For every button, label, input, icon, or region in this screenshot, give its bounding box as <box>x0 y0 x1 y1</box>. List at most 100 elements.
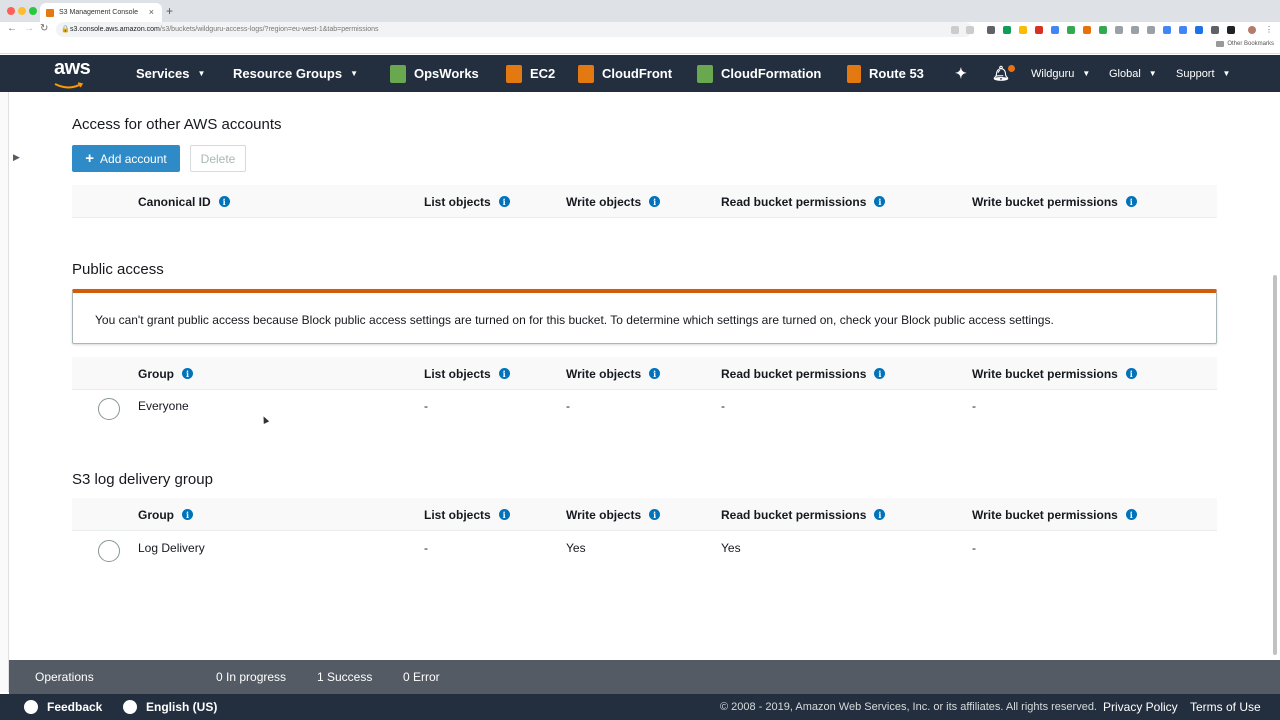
browser-tab[interactable]: S3 Management Console × <box>40 3 162 22</box>
read-bucket-permissions-value: - <box>721 399 725 413</box>
maximize-window-icon[interactable] <box>29 7 37 15</box>
reload-icon[interactable]: ↻ <box>40 23 48 34</box>
extension-icon[interactable] <box>1227 26 1235 34</box>
bookmark-star-icon[interactable] <box>966 26 974 34</box>
operations-success: 1 Success <box>317 670 373 684</box>
extension-icon[interactable] <box>1195 26 1203 34</box>
log-delivery-title: S3 log delivery group <box>72 471 213 488</box>
other-bookmarks[interactable]: Other Bookmarks <box>1216 41 1274 47</box>
shortcut-opsworks[interactable]: OpsWorks <box>390 55 479 92</box>
add-account-button[interactable]: + Add account <box>72 145 180 172</box>
ec2-icon <box>506 64 522 83</box>
back-icon[interactable]: ← <box>7 23 17 34</box>
shortcut-ec2[interactable]: EC2 <box>506 55 555 92</box>
info-icon[interactable]: i <box>498 368 510 379</box>
other-accounts-title: Access for other AWS accounts <box>72 116 282 133</box>
column-header: Group i <box>138 357 193 390</box>
info-icon[interactable]: i <box>1125 509 1137 520</box>
language-selector[interactable]: English (US) <box>123 694 217 720</box>
info-icon[interactable]: i <box>498 196 510 207</box>
column-label: Write objects <box>566 507 642 522</box>
column-header: List objects i <box>424 357 510 390</box>
extension-icon[interactable] <box>1035 26 1043 34</box>
column-header: List objects i <box>424 498 510 531</box>
info-icon[interactable]: i <box>1125 196 1137 207</box>
shortcut-route53[interactable]: Route 53 <box>847 55 924 92</box>
support-menu[interactable]: Support ▼ <box>1176 55 1230 92</box>
scrollbar[interactable] <box>1273 275 1277 655</box>
bell-icon[interactable]: 🔔︎ <box>992 55 1010 92</box>
close-window-icon[interactable] <box>7 7 15 15</box>
zoom-icon[interactable] <box>951 26 959 34</box>
profile-avatar[interactable] <box>1248 26 1256 34</box>
extension-icon[interactable] <box>1083 26 1091 34</box>
extension-icon[interactable] <box>1211 26 1219 34</box>
info-icon[interactable]: i <box>1125 368 1137 379</box>
privacy-policy-link[interactable]: Privacy Policy <box>1103 694 1178 720</box>
extension-icon[interactable] <box>1003 26 1011 34</box>
extension-icon[interactable] <box>1099 26 1107 34</box>
everyone-radio[interactable] <box>98 398 120 420</box>
extension-icon[interactable] <box>1019 26 1027 34</box>
chevron-down-icon: ▼ <box>197 69 206 78</box>
extension-icon[interactable] <box>987 26 995 34</box>
other-bookmarks-label: Other Bookmarks <box>1227 41 1274 47</box>
terms-of-use-link[interactable]: Terms of Use <box>1190 694 1261 720</box>
extension-icon[interactable] <box>1163 26 1171 34</box>
extension-icon[interactable] <box>1115 26 1123 34</box>
minimize-window-icon[interactable] <box>18 7 26 15</box>
new-tab-button[interactable]: + <box>166 4 173 18</box>
language-label: English (US) <box>146 700 218 714</box>
info-icon[interactable]: i <box>182 368 193 379</box>
mouse-cursor-icon <box>260 415 270 424</box>
forward-icon[interactable]: → <box>24 23 34 34</box>
cloudformation-icon <box>697 64 713 83</box>
browser-menu-icon[interactable]: ⋮ <box>1265 26 1273 34</box>
shortcut-cloudfront[interactable]: CloudFront <box>578 55 672 92</box>
account-menu[interactable]: Wildguru ▼ <box>1031 55 1090 92</box>
extension-icon[interactable] <box>1179 26 1187 34</box>
resource-groups-menu[interactable]: Resource Groups ▼ <box>233 55 358 92</box>
notification-badge <box>1008 65 1015 72</box>
info-icon[interactable]: i <box>649 368 661 379</box>
log-delivery-radio[interactable] <box>98 540 120 562</box>
operations-error: 0 Error <box>403 670 440 684</box>
public-access-title: Public access <box>72 261 164 278</box>
account-label: Wildguru <box>1031 67 1075 80</box>
list-objects-value: - <box>424 541 428 555</box>
extension-icon[interactable] <box>1131 26 1139 34</box>
extension-icon[interactable] <box>1051 26 1059 34</box>
extension-icon[interactable] <box>1067 26 1075 34</box>
region-menu[interactable]: Global ▼ <box>1109 55 1157 92</box>
aws-logo[interactable]: aws <box>54 58 91 89</box>
url-host: s3.console.aws.amazon.com <box>70 26 160 33</box>
list-objects-value: - <box>424 399 428 413</box>
plus-icon: + <box>85 150 95 167</box>
aws-smile-icon <box>54 82 84 89</box>
info-icon[interactable]: i <box>218 196 230 207</box>
chevron-down-icon: ▼ <box>350 69 359 78</box>
support-label: Support <box>1176 67 1215 80</box>
aws-favicon-icon <box>46 8 54 17</box>
operations-bar[interactable]: Operations 0 In progress 1 Success 0 Err… <box>9 660 1280 694</box>
operations-label: Operations <box>35 670 94 684</box>
delete-button[interactable]: Delete <box>190 145 246 172</box>
info-icon[interactable]: i <box>874 509 886 520</box>
pin-icon[interactable]: ✦ <box>955 55 967 92</box>
feedback-link[interactable]: Feedback <box>24 694 102 720</box>
expand-panel-icon[interactable]: ▶ <box>13 152 20 163</box>
address-bar[interactable]: 🔒 s3.console.aws.amazon.com/s3/buckets/w… <box>56 22 972 37</box>
info-icon[interactable]: i <box>874 196 886 207</box>
services-menu[interactable]: Services ▼ <box>136 55 205 92</box>
shortcut-cloudformation[interactable]: CloudFormation <box>697 55 821 92</box>
info-icon[interactable]: i <box>182 509 193 520</box>
shortcut-label: EC2 <box>530 66 556 81</box>
tab-close-icon[interactable]: × <box>149 7 154 17</box>
url-path: /s3/buckets/wildguru-access-logs/?region… <box>159 26 379 33</box>
feedback-label: Feedback <box>47 700 103 714</box>
info-icon[interactable]: i <box>874 368 886 379</box>
info-icon[interactable]: i <box>649 196 661 207</box>
info-icon[interactable]: i <box>649 509 661 520</box>
extension-icon[interactable] <box>1147 26 1155 34</box>
info-icon[interactable]: i <box>498 509 510 520</box>
